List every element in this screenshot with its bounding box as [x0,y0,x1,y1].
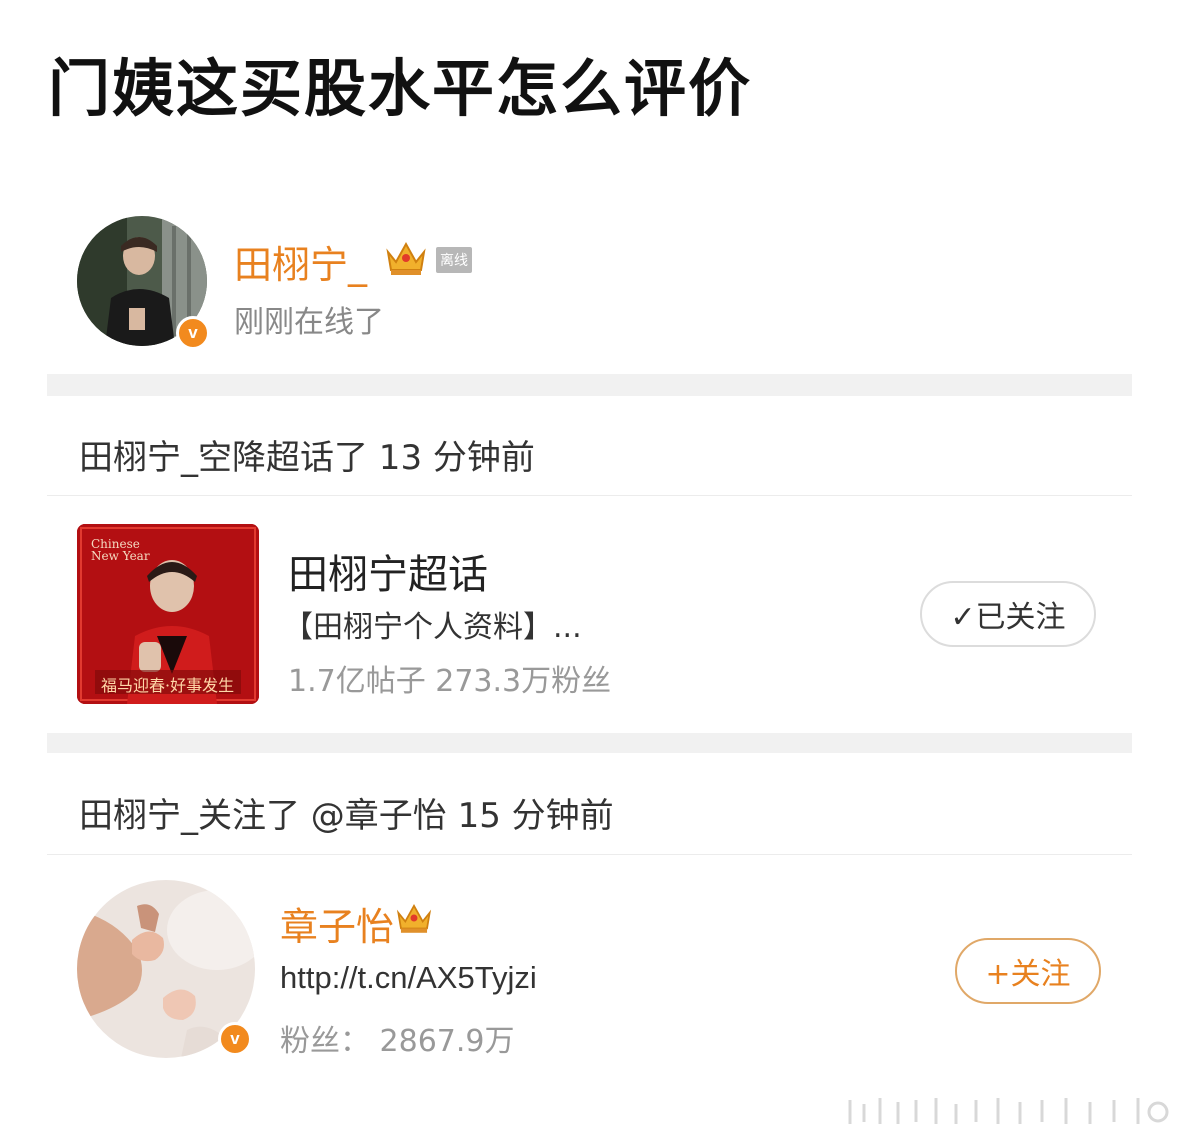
followed-button[interactable]: ✓已关注 [920,581,1096,647]
page-title: 门姨这买股水平怎么评价 [48,52,753,125]
section-separator [47,374,1132,396]
profile-name[interactable]: 田栩宁_ [234,234,367,289]
activity-text: 田栩宁_关注了 @章子怡 15 分钟前 [79,796,614,836]
crown-icon [386,241,426,275]
section-separator [47,733,1132,753]
user-name[interactable]: 章子怡 [280,896,394,951]
activity-text: 田栩宁_空降超话了 13 分钟前 [79,438,535,478]
divider [47,854,1132,855]
topic-thumbnail[interactable]: Chinese New Year 福马迎春·好事发生 [77,524,259,704]
fans-count: 粉丝： 2867.9万 [280,1024,515,1059]
crown-icon [396,904,432,933]
status-text: 刚刚在线了 [234,305,384,340]
profile-link[interactable]: http://t.cn/AX5Tyjzi [280,960,537,996]
follow-button[interactable]: +关注 [955,938,1101,1004]
verified-icon: v [218,1022,252,1056]
profile-card[interactable] [47,192,1132,372]
watermark-icon [848,1098,1169,1124]
topic-title[interactable]: 田栩宁超话 [288,542,488,600]
thumb-banner-text: 福马迎春·好事发生 [101,676,235,695]
topic-stats: 1.7亿帖子 273.3万粉丝 [288,664,612,699]
divider [47,495,1132,496]
status-badge: 离线 [436,247,472,273]
topic-description: 【田栩宁个人资料】... [283,610,582,645]
verified-icon: v [176,316,210,350]
thumb-caption-en: Chinese New Year [91,537,150,563]
